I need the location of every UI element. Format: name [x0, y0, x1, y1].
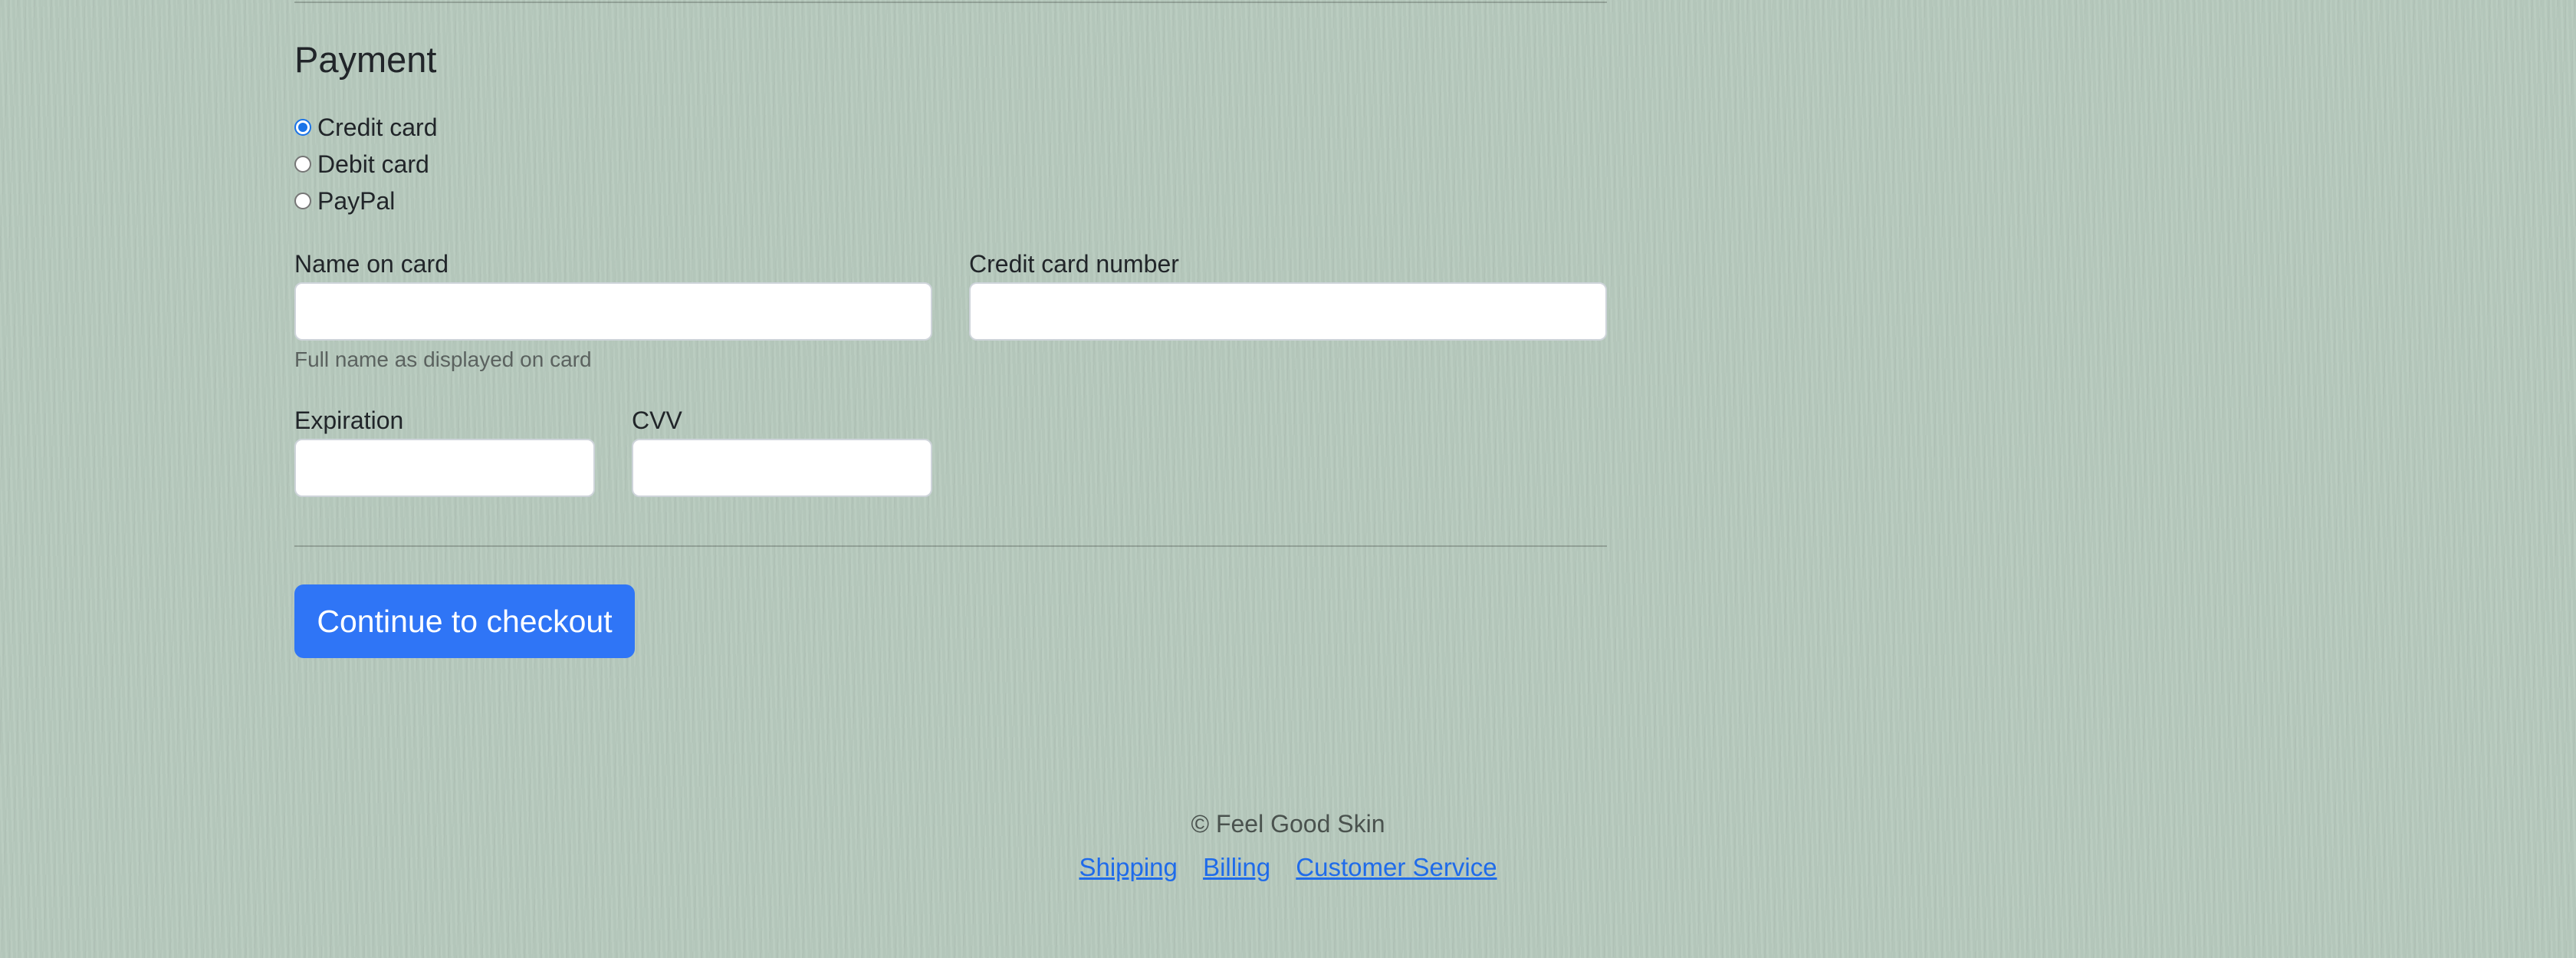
- footer-link-shipping[interactable]: Shipping: [1079, 853, 1177, 881]
- paypal-radio[interactable]: [294, 193, 311, 209]
- credit-card-radio[interactable]: [294, 119, 311, 136]
- footer-copyright: © Feel Good Skin: [1191, 810, 1385, 838]
- radio-option-paypal[interactable]: PayPal: [294, 184, 395, 218]
- paypal-label[interactable]: PayPal: [317, 189, 395, 213]
- card-number-input[interactable]: [969, 282, 1607, 341]
- debit-card-label[interactable]: Debit card: [317, 152, 429, 176]
- credit-card-label[interactable]: Credit card: [317, 115, 438, 140]
- footer-link-customer-service[interactable]: Customer Service: [1296, 853, 1497, 881]
- card-number-label: Credit card number: [969, 250, 1179, 278]
- name-on-card-input[interactable]: [294, 282, 932, 341]
- name-on-card-label: Name on card: [294, 250, 449, 278]
- footer-link-billing[interactable]: Billing: [1203, 853, 1270, 881]
- cvv-label: CVV: [632, 407, 682, 434]
- radio-option-debit-card[interactable]: Debit card: [294, 147, 429, 181]
- cvv-input[interactable]: [632, 439, 932, 497]
- name-on-card-help: Full name as displayed on card: [294, 347, 592, 371]
- top-divider: [294, 2, 1607, 3]
- radio-option-credit-card[interactable]: Credit card: [294, 110, 438, 144]
- expiration-input[interactable]: [294, 439, 595, 497]
- debit-card-radio[interactable]: [294, 156, 311, 173]
- continue-to-checkout-button[interactable]: Continue to checkout: [294, 584, 635, 658]
- form-divider: [294, 545, 1607, 547]
- payment-heading: Payment: [294, 39, 437, 80]
- expiration-label: Expiration: [294, 407, 404, 434]
- footer-links: Shipping Billing Customer Service: [0, 853, 2576, 882]
